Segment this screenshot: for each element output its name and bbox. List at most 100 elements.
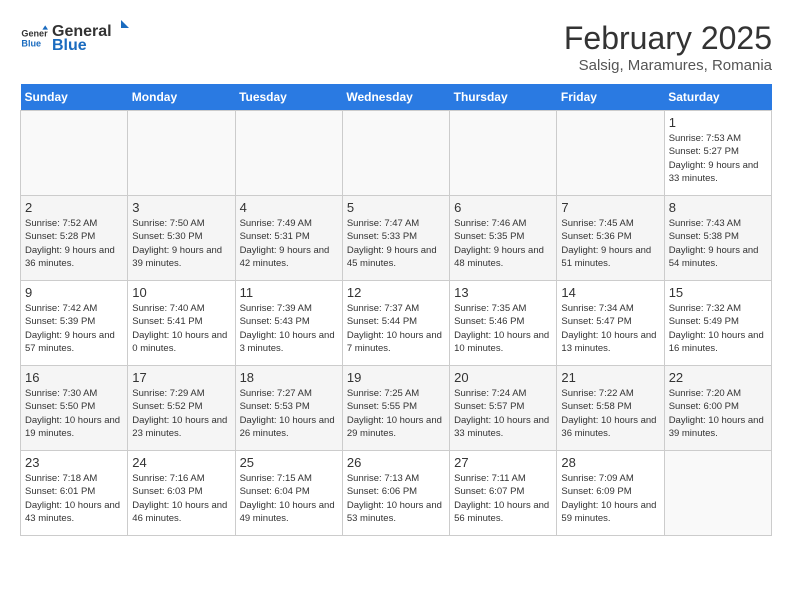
day-cell: 11 Sunrise: 7:39 AM Sunset: 5:43 PM Dayli… — [235, 281, 342, 366]
day-cell: 14 Sunrise: 7:34 AM Sunset: 5:47 PM Dayli… — [557, 281, 664, 366]
day-header-friday: Friday — [557, 84, 664, 111]
day-info: Sunrise: 7:15 AM Sunset: 6:04 PM Dayligh… — [240, 472, 338, 525]
day-info: Sunrise: 7:24 AM Sunset: 5:57 PM Dayligh… — [454, 387, 552, 440]
day-cell: 7Sunrise: 7:45 AM Sunset: 5:36 PM Daylig… — [557, 196, 664, 281]
day-info: Sunrise: 7:13 AM Sunset: 6:06 PM Dayligh… — [347, 472, 445, 525]
day-number: 17 — [132, 370, 230, 385]
logo-icon: General Blue — [20, 24, 48, 52]
day-cell: 13 Sunrise: 7:35 AM Sunset: 5:46 PM Dayli… — [450, 281, 557, 366]
day-header-saturday: Saturday — [664, 84, 771, 111]
day-number: 10 — [132, 285, 230, 300]
day-info: Sunrise: 7:09 AM Sunset: 6:09 PM Dayligh… — [561, 472, 659, 525]
day-number: 28 — [561, 455, 659, 470]
day-cell: 12 Sunrise: 7:37 AM Sunset: 5:44 PM Dayli… — [342, 281, 449, 366]
day-number: 18 — [240, 370, 338, 385]
day-number: 9 — [25, 285, 123, 300]
day-cell: 16 Sunrise: 7:30 AM Sunset: 5:50 PM Dayli… — [21, 366, 128, 451]
day-number: 20 — [454, 370, 552, 385]
day-number: 5 — [347, 200, 445, 215]
week-row-5: 23Sunrise: 7:18 AM Sunset: 6:01 PM Dayli… — [21, 451, 772, 536]
day-info: Sunrise: 7:30 AM Sunset: 5:50 PM Dayligh… — [25, 387, 123, 440]
day-number: 22 — [669, 370, 767, 385]
day-number: 1 — [669, 115, 767, 130]
day-cell: 25 Sunrise: 7:15 AM Sunset: 6:04 PM Dayli… — [235, 451, 342, 536]
day-info: Sunrise: 7:47 AM Sunset: 5:33 PM Dayligh… — [347, 217, 445, 270]
day-info: Sunrise: 7:49 AM Sunset: 5:31 PM Dayligh… — [240, 217, 338, 270]
day-header-thursday: Thursday — [450, 84, 557, 111]
day-number: 23 — [25, 455, 123, 470]
day-cell: 6 Sunrise: 7:46 AM Sunset: 5:35 PM Daylig… — [450, 196, 557, 281]
day-info: Sunrise: 7:43 AM Sunset: 5:38 PM Dayligh… — [669, 217, 767, 270]
day-info: Sunrise: 7:20 AM Sunset: 6:00 PM Dayligh… — [669, 387, 767, 440]
day-header-wednesday: Wednesday — [342, 84, 449, 111]
week-row-4: 16 Sunrise: 7:30 AM Sunset: 5:50 PM Dayli… — [21, 366, 772, 451]
day-cell: 24 Sunrise: 7:16 AM Sunset: 6:03 PM Dayli… — [128, 451, 235, 536]
day-number: 2 — [25, 200, 123, 215]
week-row-3: 9 Sunrise: 7:42 AM Sunset: 5:39 PM Daylig… — [21, 281, 772, 366]
day-number: 16 — [25, 370, 123, 385]
svg-text:Blue: Blue — [21, 38, 41, 48]
day-number: 25 — [240, 455, 338, 470]
day-info: Sunrise: 7:40 AM Sunset: 5:41 PM Dayligh… — [132, 302, 230, 355]
day-info: Sunrise: 7:42 AM Sunset: 5:39 PM Dayligh… — [25, 302, 123, 355]
day-number: 14 — [561, 285, 659, 300]
day-number: 11 — [240, 285, 338, 300]
day-info: Sunrise: 7:39 AM Sunset: 5:43 PM Dayligh… — [240, 302, 338, 355]
day-cell: 5 Sunrise: 7:47 AM Sunset: 5:33 PM Daylig… — [342, 196, 449, 281]
logo-triangle — [113, 20, 129, 36]
day-cell — [557, 111, 664, 196]
day-cell — [664, 451, 771, 536]
day-cell: 3Sunrise: 7:50 AM Sunset: 5:30 PM Daylig… — [128, 196, 235, 281]
day-cell — [342, 111, 449, 196]
month-year: February 2025 — [564, 20, 772, 57]
day-info: Sunrise: 7:37 AM Sunset: 5:44 PM Dayligh… — [347, 302, 445, 355]
week-row-1: 1 Sunrise: 7:53 AM Sunset: 5:27 PM Daylig… — [21, 111, 772, 196]
day-cell: 26 Sunrise: 7:13 AM Sunset: 6:06 PM Dayli… — [342, 451, 449, 536]
day-info: Sunrise: 7:25 AM Sunset: 5:55 PM Dayligh… — [347, 387, 445, 440]
day-info: Sunrise: 7:32 AM Sunset: 5:49 PM Dayligh… — [669, 302, 767, 355]
day-cell — [21, 111, 128, 196]
day-cell — [235, 111, 342, 196]
day-info: Sunrise: 7:29 AM Sunset: 5:52 PM Dayligh… — [132, 387, 230, 440]
day-number: 12 — [347, 285, 445, 300]
week-row-2: 2 Sunrise: 7:52 AM Sunset: 5:28 PM Daylig… — [21, 196, 772, 281]
day-cell: 28 Sunrise: 7:09 AM Sunset: 6:09 PM Dayli… — [557, 451, 664, 536]
day-cell: 4Sunrise: 7:49 AM Sunset: 5:31 PM Daylig… — [235, 196, 342, 281]
day-cell: 9 Sunrise: 7:42 AM Sunset: 5:39 PM Daylig… — [21, 281, 128, 366]
day-cell — [128, 111, 235, 196]
day-cell: 21Sunrise: 7:22 AM Sunset: 5:58 PM Dayli… — [557, 366, 664, 451]
day-cell: 27 Sunrise: 7:11 AM Sunset: 6:07 PM Dayli… — [450, 451, 557, 536]
day-number: 27 — [454, 455, 552, 470]
calendar-table: SundayMondayTuesdayWednesdayThursdayFrid… — [20, 84, 772, 536]
title-block: February 2025 Salsig, Maramures, Romania — [564, 20, 772, 74]
day-number: 6 — [454, 200, 552, 215]
day-info: Sunrise: 7:46 AM Sunset: 5:35 PM Dayligh… — [454, 217, 552, 270]
day-info: Sunrise: 7:50 AM Sunset: 5:30 PM Dayligh… — [132, 217, 230, 270]
day-info: Sunrise: 7:35 AM Sunset: 5:46 PM Dayligh… — [454, 302, 552, 355]
day-cell: 18Sunrise: 7:27 AM Sunset: 5:53 PM Dayli… — [235, 366, 342, 451]
day-cell: 20 Sunrise: 7:24 AM Sunset: 5:57 PM Dayli… — [450, 366, 557, 451]
day-header-monday: Monday — [128, 84, 235, 111]
day-number: 26 — [347, 455, 445, 470]
day-info: Sunrise: 7:22 AM Sunset: 5:58 PM Dayligh… — [561, 387, 659, 440]
day-info: Sunrise: 7:52 AM Sunset: 5:28 PM Dayligh… — [25, 217, 123, 270]
day-cell: 19 Sunrise: 7:25 AM Sunset: 5:55 PM Dayli… — [342, 366, 449, 451]
day-number: 24 — [132, 455, 230, 470]
svg-text:General: General — [21, 28, 48, 38]
day-cell: 15Sunrise: 7:32 AM Sunset: 5:49 PM Dayli… — [664, 281, 771, 366]
day-header-tuesday: Tuesday — [235, 84, 342, 111]
day-cell: 2 Sunrise: 7:52 AM Sunset: 5:28 PM Daylig… — [21, 196, 128, 281]
day-info: Sunrise: 7:11 AM Sunset: 6:07 PM Dayligh… — [454, 472, 552, 525]
page-header: General Blue General Blue February 2025 … — [20, 20, 772, 74]
header-row: SundayMondayTuesdayWednesdayThursdayFrid… — [21, 84, 772, 111]
day-info: Sunrise: 7:53 AM Sunset: 5:27 PM Dayligh… — [669, 132, 767, 185]
day-cell: 8 Sunrise: 7:43 AM Sunset: 5:38 PM Daylig… — [664, 196, 771, 281]
day-cell: 1 Sunrise: 7:53 AM Sunset: 5:27 PM Daylig… — [664, 111, 771, 196]
day-number: 19 — [347, 370, 445, 385]
day-info: Sunrise: 7:34 AM Sunset: 5:47 PM Dayligh… — [561, 302, 659, 355]
day-number: 13 — [454, 285, 552, 300]
day-cell: 22 Sunrise: 7:20 AM Sunset: 6:00 PM Dayli… — [664, 366, 771, 451]
day-info: Sunrise: 7:16 AM Sunset: 6:03 PM Dayligh… — [132, 472, 230, 525]
day-number: 8 — [669, 200, 767, 215]
day-info: Sunrise: 7:45 AM Sunset: 5:36 PM Dayligh… — [561, 217, 659, 270]
